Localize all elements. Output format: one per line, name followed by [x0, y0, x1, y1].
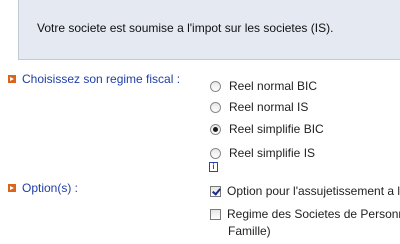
radio-reel-normal-is[interactable]: Reel normal IS: [210, 100, 308, 114]
radio-label: Reel normal IS: [229, 100, 309, 114]
radio-label: Reel simplifie BIC: [229, 122, 324, 136]
radio-button[interactable]: [210, 80, 221, 92]
info-banner: Votre societe est soumise a l'impot sur …: [18, 0, 400, 60]
checkbox-societes-personnes[interactable]: Regime des Societes de Personnes Famille…: [210, 207, 400, 238]
radio-reel-simplifie-bic[interactable]: Reel simplifie BIC: [210, 122, 324, 136]
regime-label-row: Choisissez son regime fiscal :: [8, 72, 180, 86]
checkbox-label-line2: Famille): [228, 224, 271, 238]
checkbox-assujetissement-is[interactable]: Option pour l'assujetissement a l'IS: [210, 184, 400, 198]
orange-arrow-icon: [8, 75, 16, 83]
regime-label: Choisissez son regime fiscal :: [22, 72, 181, 86]
checkbox-label-line1: Regime des Societes de Personnes: [227, 207, 400, 221]
radio-reel-simplifie-is[interactable]: Reel simplifie IS: [210, 146, 315, 160]
checkbox-checked[interactable]: [210, 185, 221, 197]
radio-button-selected[interactable]: [210, 123, 221, 135]
radio-label: Reel normal BIC: [229, 79, 318, 93]
radio-label: Reel simplifie IS: [229, 146, 316, 160]
checkbox-label: Option pour l'assujetissement a l'IS: [227, 184, 400, 198]
options-label-row: Option(s) :: [8, 181, 78, 195]
radio-button[interactable]: [210, 147, 221, 159]
orange-arrow-icon: [8, 184, 16, 192]
options-label: Option(s) :: [22, 181, 79, 195]
checkbox[interactable]: [210, 208, 221, 220]
banner-text: Votre societe est soumise a l'impot sur …: [37, 21, 334, 35]
radio-button[interactable]: [210, 101, 221, 113]
radio-reel-normal-bic[interactable]: Reel normal BIC: [210, 79, 317, 93]
info-icon[interactable]: i: [209, 162, 218, 172]
